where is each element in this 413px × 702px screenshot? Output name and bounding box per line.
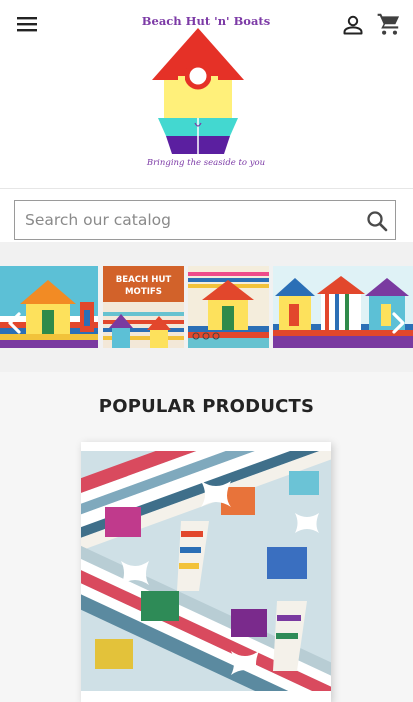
- site-logo[interactable]: Beach Hut 'n' Boats Bringing the seaside…: [131, 8, 281, 180]
- search-icon[interactable]: [365, 209, 389, 233]
- beach-hut-motifs-line-1: BEACH HUT: [116, 275, 172, 285]
- carousel-image-beach-hut-3: [188, 266, 269, 348]
- section-title: POPULAR PRODUCTS: [98, 396, 315, 417]
- user-icon[interactable]: [341, 13, 365, 37]
- beach-hut-logo-icon: [152, 28, 244, 154]
- image-carousel[interactable]: BEACH HUT MOTIFS: [0, 242, 413, 372]
- site-header: Beach Hut 'n' Boats Bringing the seaside…: [0, 0, 413, 189]
- chevron-left-icon[interactable]: [2, 310, 28, 336]
- logo-tagline: Bringing the seaside to you: [146, 158, 266, 168]
- product-image[interactable]: [81, 451, 331, 691]
- cart-icon[interactable]: [376, 11, 402, 37]
- beach-hut-motifs-line-2: MOTIFS: [125, 287, 162, 297]
- search-box: [14, 200, 396, 240]
- menu-icon[interactable]: [16, 14, 38, 34]
- chevron-right-icon[interactable]: [385, 310, 411, 336]
- product-card[interactable]: [81, 442, 331, 702]
- search-input[interactable]: [15, 201, 355, 239]
- carousel-slides: BEACH HUT MOTIFS: [0, 266, 413, 348]
- popular-products-section: POPULAR PRODUCTS: [0, 372, 413, 702]
- carousel-image-beach-hut-motifs: BEACH HUT MOTIFS: [103, 266, 184, 348]
- search-bar: [0, 189, 413, 242]
